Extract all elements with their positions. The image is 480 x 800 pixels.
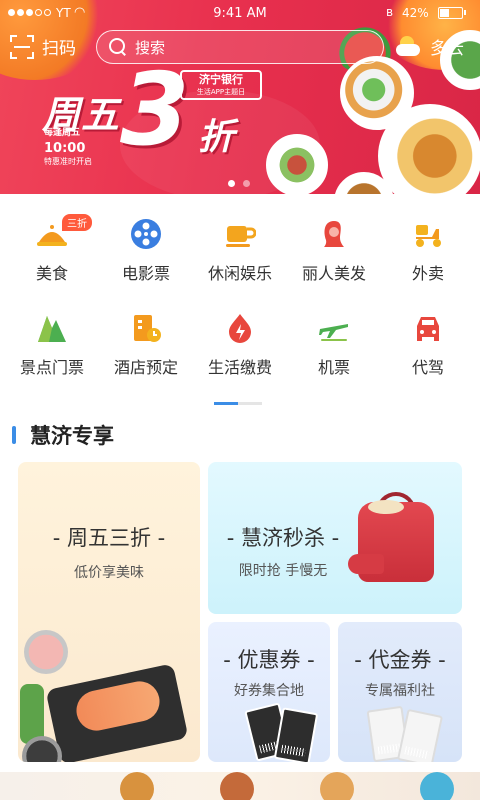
partly-cloudy-icon <box>396 35 422 58</box>
category-label: 休闲娱乐 <box>207 264 272 283</box>
flame-utility-icon <box>229 314 251 343</box>
weather-widget[interactable]: 多云 <box>396 34 464 59</box>
flash-sale-card[interactable]: - 慧济秒杀 - 限时抢 手慢无 <box>208 462 462 614</box>
category-flights[interactable]: 机票 <box>286 290 382 380</box>
category-chauffeur[interactable]: 代驾 <box>380 290 476 380</box>
category-takeout[interactable]: 外卖 <box>380 196 476 286</box>
ticket-image <box>273 707 319 762</box>
sneaker-image <box>348 554 384 574</box>
banner-schedule: 每逢周五 <box>44 128 81 138</box>
banner-pagination <box>228 180 250 187</box>
card-title: - 优惠券 - <box>223 648 315 672</box>
battery-icon <box>438 7 463 19</box>
status-bar: YT ◠ 9:41 AM ʙ 42% <box>0 0 480 28</box>
banner-dot[interactable] <box>243 180 250 187</box>
asparagus-image <box>20 684 44 744</box>
delivery-scooter-icon <box>416 225 441 247</box>
category-beauty[interactable]: 丽人美发 <box>286 196 382 286</box>
category-label: 丽人美发 <box>301 264 366 283</box>
card-subtitle: 低价享美味 <box>74 565 144 581</box>
mountain-icon <box>38 316 66 342</box>
banner-dot[interactable] <box>228 180 235 187</box>
salt-bowl-image <box>24 630 68 674</box>
category-label: 美食 <box>35 264 68 283</box>
card-title: - 代金券 - <box>354 648 446 672</box>
card-title: - 慧济秒杀 - <box>226 526 340 550</box>
cookie-image <box>220 772 254 800</box>
category-hotel[interactable]: 酒店预定 <box>98 290 194 380</box>
banner-note: 特惠准时开启 <box>44 157 92 166</box>
section-title: 慧济专享 <box>30 424 114 448</box>
weather-label: 多云 <box>430 39 464 59</box>
airplane-icon <box>319 324 348 341</box>
coffee-cup-icon <box>226 226 256 247</box>
banner-title-suffix: 折 <box>198 117 235 158</box>
battery-percent: 42% <box>402 6 429 20</box>
search-icon <box>109 38 127 56</box>
scan-button[interactable]: 扫码 <box>10 34 76 59</box>
category-label: 代驾 <box>411 358 444 377</box>
category-scenic[interactable]: 景点门票 <box>4 290 100 380</box>
coupon-card[interactable]: - 优惠券 - 好券集合地 <box>208 622 330 762</box>
card-subtitle: 限时抢 手慢无 <box>238 563 328 579</box>
pager-indicator <box>214 402 238 405</box>
friday-discount-card[interactable]: - 周五三折 - 低价享美味 <box>18 462 200 762</box>
discount-badge: 三折 <box>62 214 92 231</box>
scan-icon <box>10 34 34 59</box>
pager-indicator <box>238 402 262 405</box>
category-label: 酒店预定 <box>113 358 178 377</box>
category-label: 外卖 <box>411 264 444 283</box>
film-reel-icon <box>131 219 161 249</box>
car-icon <box>417 317 439 341</box>
cookie-image <box>320 772 354 800</box>
card-subtitle: 好券集合地 <box>234 683 304 699</box>
bank-logo-box: 济宁银行 生活APP主题日 <box>180 70 262 100</box>
category-food[interactable]: 三折 美食 <box>4 196 100 286</box>
category-label: 电影票 <box>121 264 170 283</box>
card-title: - 周五三折 - <box>52 526 166 550</box>
hotel-building-icon <box>134 315 161 342</box>
category-utilities[interactable]: 生活缴费 <box>192 290 288 380</box>
bank-name: 济宁银行 <box>199 73 243 86</box>
category-label: 生活缴费 <box>207 358 272 377</box>
card-subtitle: 专属福利社 <box>365 683 435 699</box>
search-bar[interactable]: 搜索 <box>96 30 384 64</box>
noodle-plate-image <box>378 104 480 194</box>
category-label: 景点门票 <box>19 358 84 377</box>
category-movie[interactable]: 电影票 <box>98 196 194 286</box>
scan-label: 扫码 <box>42 39 76 59</box>
hat-image <box>368 500 404 514</box>
category-leisure[interactable]: 休闲娱乐 <box>192 196 288 286</box>
section-header: 慧济专享 <box>12 420 114 450</box>
section-accent-bar <box>12 426 16 444</box>
bluetooth-icon: ʙ <box>386 5 393 19</box>
cookie-image <box>120 772 154 800</box>
search-input[interactable]: 搜索 <box>135 37 365 58</box>
donut-image <box>420 772 454 800</box>
banner-time: 10:00 <box>44 141 86 156</box>
battery-tip <box>464 10 466 15</box>
hair-beauty-icon <box>324 221 344 247</box>
category-grid: 三折 美食 电影票 休闲娱乐 丽人美发 外卖 景点门票 酒店预定 生活缴费 机票… <box>0 196 480 396</box>
category-pager <box>214 402 262 405</box>
steak-plate-image <box>266 134 328 194</box>
category-label: 机票 <box>317 358 350 377</box>
voucher-card[interactable]: - 代金券 - 专属福利社 <box>338 622 462 762</box>
bank-sub: 生活APP主题日 <box>196 88 246 96</box>
